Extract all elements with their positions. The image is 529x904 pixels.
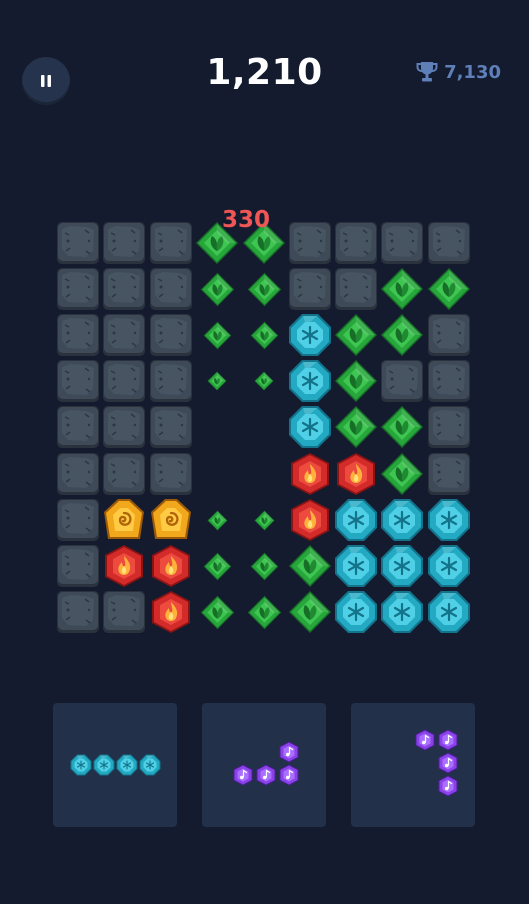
green-leaf-gem-tile [380,267,424,311]
green-leaf-gem-tile [200,272,235,307]
green-leaf-gem-tile [254,371,274,391]
green-leaf-gem-tile [203,552,232,581]
stone-block-tile [56,498,100,542]
stone-block-tile [149,452,193,496]
blue-snowflake-gem-tile [380,544,424,588]
green-leaf-gem-tile [207,510,228,531]
stone-block-tile [380,221,424,265]
green-leaf-gem-tile [207,371,227,391]
points-popup: 330 [222,207,271,233]
game-board[interactable] [0,0,529,680]
purple-gem-piece-cell [278,741,300,763]
stone-block-tile [56,405,100,449]
blue-snowflake-gem-tile [380,498,424,542]
blue-snowflake-gem-tile [288,359,332,403]
green-leaf-gem-tile [288,544,332,588]
blue-snowflake-gem-piece-cell [139,754,161,776]
stone-block-tile [56,590,100,634]
green-leaf-gem-tile [250,552,279,581]
red-fire-gem-tile [288,452,332,496]
green-leaf-gem-tile [334,313,378,357]
blue-snowflake-gem-tile [427,544,471,588]
green-leaf-gem-tile [334,405,378,449]
purple-gem-piece-cell [232,764,254,786]
green-leaf-gem-tile [288,590,332,634]
stone-block-tile [427,405,471,449]
red-fire-gem-tile [102,544,146,588]
stone-block-tile [427,452,471,496]
stone-block-tile [56,221,100,265]
blue-snowflake-gem-tile [427,590,471,634]
stone-block-tile [380,359,424,403]
stone-block-tile [102,359,146,403]
stone-block-tile [149,405,193,449]
stone-block-tile [56,359,100,403]
blue-snowflake-gem-tile [380,590,424,634]
stone-block-tile [427,313,471,357]
purple-gem-piece-cell [255,764,277,786]
blue-snowflake-gem-tile [334,544,378,588]
red-fire-gem-tile [149,590,193,634]
blue-snowflake-gem-piece-cell [93,754,115,776]
piece-slot-2[interactable] [202,703,326,827]
stone-block-tile [102,590,146,634]
green-leaf-gem-tile [380,405,424,449]
green-leaf-gem-tile [380,313,424,357]
piece-slot-1[interactable] [53,703,177,827]
stone-block-tile [288,267,332,311]
blue-snowflake-gem-tile [334,590,378,634]
stone-block-tile [427,359,471,403]
stone-block-tile [149,313,193,357]
stone-block-tile [56,452,100,496]
green-leaf-gem-tile [203,321,232,350]
stone-block-tile [288,221,332,265]
green-leaf-gem-tile [427,267,471,311]
stone-block-tile [102,221,146,265]
blue-snowflake-gem-tile [288,405,332,449]
stone-block-tile [334,267,378,311]
stone-block-tile [427,221,471,265]
green-leaf-gem-tile [380,452,424,496]
stone-block-tile [56,544,100,588]
green-leaf-gem-tile [250,321,279,350]
green-leaf-gem-tile [247,595,282,630]
purple-gem-piece-cell [278,764,300,786]
red-fire-gem-tile [288,498,332,542]
purple-gem-piece-cell [437,729,459,751]
red-fire-gem-tile [149,544,193,588]
blue-snowflake-gem-tile [288,313,332,357]
stone-block-tile [149,267,193,311]
stone-block-tile [102,313,146,357]
purple-gem-piece-cell [414,729,436,751]
green-leaf-gem-tile [334,359,378,403]
piece-slot-3[interactable] [351,703,475,827]
blue-snowflake-gem-piece-cell [116,754,138,776]
stone-block-tile [334,221,378,265]
stone-block-tile [56,267,100,311]
purple-gem-piece-cell [437,752,459,774]
stone-block-tile [102,267,146,311]
blue-snowflake-gem-tile [334,498,378,542]
green-leaf-gem-tile [200,595,235,630]
green-leaf-gem-tile [247,272,282,307]
stone-block-tile [102,405,146,449]
red-fire-gem-tile [334,452,378,496]
yellow-swirl-gem-tile [149,498,193,542]
blue-snowflake-gem-tile [427,498,471,542]
stone-block-tile [102,452,146,496]
stone-block-tile [149,359,193,403]
stone-block-tile [149,221,193,265]
blue-snowflake-gem-piece-cell [70,754,92,776]
stone-block-tile [56,313,100,357]
purple-gem-piece-cell [437,775,459,797]
yellow-swirl-gem-tile [102,498,146,542]
green-leaf-gem-tile [254,510,275,531]
